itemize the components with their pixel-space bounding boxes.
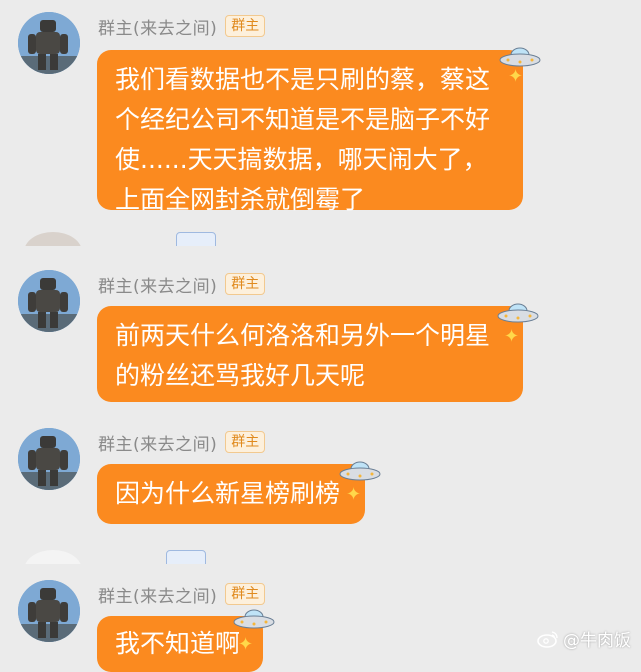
message-bubble[interactable]: 前两天什么何洛洛和另外一个明星的粉丝还骂我好几天呢 <box>97 306 523 402</box>
partial-message <box>0 550 641 564</box>
avatar[interactable] <box>18 428 80 490</box>
message-bubble[interactable]: 我们看数据也不是只刷的蔡，蔡这个经纪公司不知道是不是脑子不好使......天天搞… <box>97 50 523 214</box>
sparkle-icon: ✦ <box>508 66 524 87</box>
robot-avatar-icon <box>18 270 80 332</box>
ufo-icon <box>496 300 540 326</box>
message-text: 我们看数据也不是只刷的蔡，蔡这个经纪公司不知道是不是脑子不好使......天天搞… <box>115 65 491 214</box>
group-owner-badge: 群主 <box>225 431 266 453</box>
sender-name: 群主(来去之间) <box>98 18 218 39</box>
chat-message: 群主(来去之间) 群主 我们看数据也不是只刷的蔡，蔡这个经纪公司不知道是不是脑子… <box>0 12 641 214</box>
sender-row: 群主(来去之间) 群主 <box>98 582 266 607</box>
sender-row: 群主(来去之间) 群主 <box>98 14 266 39</box>
group-owner-badge: 群主 <box>225 15 266 37</box>
avatar <box>24 232 82 246</box>
sparkle-icon: ✦ <box>346 484 362 505</box>
chat-message: 群主(来去之间) 群主 因为什么新星榜刷榜 ✦ <box>0 428 641 532</box>
watermark-text: @牛肉饭 <box>563 631 631 651</box>
sender-row: 群主(来去之间) 群主 <box>98 272 266 297</box>
avatar[interactable] <box>18 12 80 74</box>
avatar <box>24 550 82 564</box>
sender-row: 群主(来去之间) 群主 <box>98 430 266 455</box>
sparkle-icon: ✦ <box>238 634 254 655</box>
group-owner-badge: 群主 <box>225 583 266 605</box>
ufo-icon <box>232 606 276 632</box>
watermark: @牛肉饭 <box>537 626 631 651</box>
ufo-icon <box>338 458 382 484</box>
robot-avatar-icon <box>18 12 80 74</box>
message-text: 我不知道啊 <box>115 629 241 658</box>
robot-avatar-icon <box>18 580 80 642</box>
member-badge <box>176 232 216 246</box>
sender-name: 群主(来去之间) <box>98 434 218 455</box>
partial-message <box>0 232 641 246</box>
message-bubble[interactable]: 因为什么新星榜刷榜 <box>97 464 365 524</box>
message-text: 前两天什么何洛洛和另外一个明星的粉丝还骂我好几天呢 <box>115 321 491 390</box>
sender-name: 群主(来去之间) <box>98 276 218 297</box>
sparkle-icon: ✦ <box>504 326 520 347</box>
message-text: 因为什么新星榜刷榜 <box>115 479 341 508</box>
member-badge <box>166 550 206 564</box>
robot-avatar-icon <box>18 428 80 490</box>
avatar[interactable] <box>18 270 80 332</box>
group-owner-badge: 群主 <box>225 273 266 295</box>
avatar[interactable] <box>18 580 80 642</box>
weibo-icon <box>537 630 558 648</box>
chat-thread: 群主(来去之间) 群主 我们看数据也不是只刷的蔡，蔡这个经纪公司不知道是不是脑子… <box>0 0 641 672</box>
sender-name: 群主(来去之间) <box>98 586 218 607</box>
chat-message: 群主(来去之间) 群主 前两天什么何洛洛和另外一个明星的粉丝还骂我好几天呢 ✦ <box>0 270 641 410</box>
